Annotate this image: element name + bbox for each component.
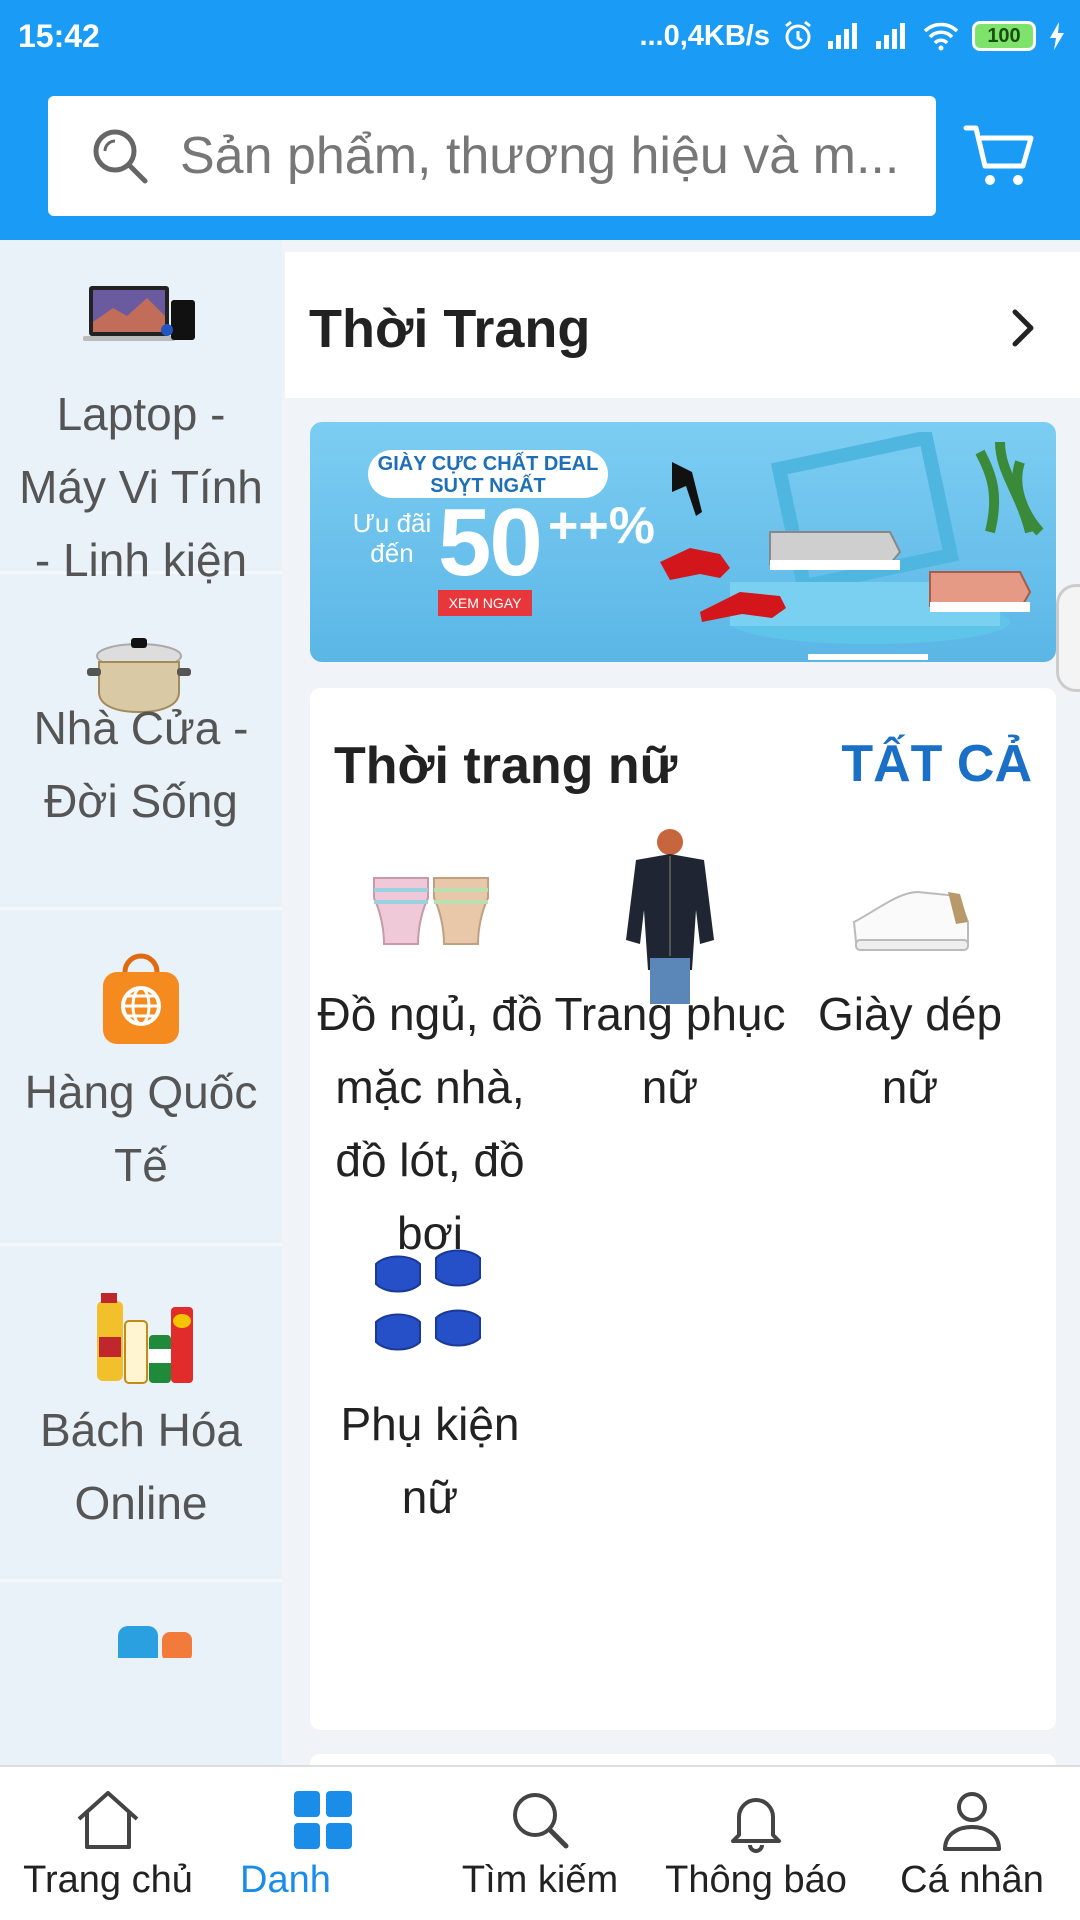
laptop-image	[83, 286, 195, 341]
wifi-icon	[923, 22, 959, 51]
subcategory-label: Phụ kiện nữ	[340, 1398, 520, 1523]
category-item-home[interactable]: Nhà Cửa - Đời Sống	[0, 574, 282, 910]
grocery-image	[97, 1293, 193, 1384]
search-placeholder: Sản phẩm, thương hiệu và m...	[180, 127, 900, 185]
banner-shoes-image	[660, 432, 1044, 644]
subcategory-item-women-clothing[interactable]: Trang phục nữ	[550, 828, 790, 1228]
section-title: Thời Trang	[309, 299, 591, 359]
charging-icon	[1050, 22, 1064, 50]
status-icons: ...0,4KB/s 100	[639, 16, 1066, 56]
subcategory-label: Đồ ngủ, đồ mặc nhà, đồ lót, đồ bơi	[317, 988, 543, 1259]
promo-banner[interactable]: GIÀY CỰC CHẤT DEAL SUỴT NGẤT Ưu đãi đến …	[310, 422, 1056, 662]
face-mask-image	[375, 1249, 481, 1351]
nav-item-home[interactable]: Trang chủ	[0, 1767, 216, 1920]
subcategory-card: Thời trang nữ TẤT CẢ Đồ ngủ, đồ mặc nhà,…	[310, 688, 1056, 1730]
status-time: 15:42	[18, 18, 100, 54]
nav-label: Tìm kiếm	[461, 1859, 619, 1901]
subcategory-item-sleepwear[interactable]: Đồ ngủ, đồ mặc nhà, đồ lót, đồ bơi	[310, 828, 550, 1259]
category-item-laptop[interactable]: Laptop - Máy Vi Tính - Linh kiện	[0, 240, 282, 586]
search-input[interactable]: Sản phẩm, thương hiệu và m...	[48, 96, 936, 216]
category-label: Nhà Cửa - Đời Sống	[33, 702, 249, 827]
subcategory-item-women-shoes[interactable]: Giày dép nữ	[790, 828, 1030, 1228]
subcategory-label: Giày dép nữ	[817, 988, 1003, 1113]
card-title: Thời trang nữ	[334, 737, 678, 795]
edge-scroll-handle[interactable]	[1056, 584, 1080, 692]
signal-icon	[828, 23, 857, 49]
banner-offer-value: 50	[438, 489, 543, 596]
category-sidebar: Laptop - Máy Vi Tính - Linh kiện Nhà Cửa…	[0, 240, 282, 1765]
nav-item-search[interactable]: Tìm kiếm	[440, 1767, 640, 1920]
network-speed: ...0,4KB/s	[639, 19, 770, 52]
bell-icon	[731, 1798, 781, 1853]
nav-label: Thông báo	[665, 1859, 847, 1901]
nav-item-profile[interactable]: Cá nhân	[880, 1767, 1064, 1920]
cart-icon[interactable]	[962, 118, 1038, 194]
category-item-partial[interactable]	[0, 1582, 282, 1765]
grid-icon	[294, 1791, 352, 1849]
subcategory-item-women-accessories[interactable]: Phụ kiện nữ	[310, 1248, 550, 1548]
nav-label: Danh	[240, 1859, 331, 1901]
nav-item-notifications[interactable]: Thông báo	[650, 1767, 862, 1920]
category-item-grocery[interactable]: Bách Hóa Online	[0, 1246, 282, 1582]
chevron-right-icon[interactable]	[1007, 308, 1041, 348]
nav-item-categories[interactable]: Danh	[216, 1767, 360, 1920]
global-shopping-bag-image	[103, 953, 179, 1044]
bottom-navigation: Trang chủ Danh Tìm kiếm Thông báo Cá nhâ…	[0, 1765, 1080, 1920]
see-all-link[interactable]: TẤT CẢ	[841, 734, 1032, 794]
category-label: Hàng Quốc Tế	[24, 1066, 258, 1191]
battery-indicator: 100	[972, 21, 1036, 51]
partial-category-image	[118, 1626, 192, 1658]
banner-cta-button[interactable]: XEM NGAY	[438, 590, 532, 616]
subcategory-label: Trang phục nữ	[554, 988, 786, 1113]
category-label: Bách Hóa Online	[39, 1404, 242, 1529]
nav-label: Cá nhân	[900, 1859, 1044, 1901]
section-header[interactable]: Thời Trang	[285, 252, 1080, 398]
search-icon	[513, 1793, 569, 1849]
home-icon	[77, 1791, 139, 1849]
banner-offer-suffix: ++%	[548, 497, 655, 555]
banner-page-indicator	[808, 654, 928, 660]
alarm-icon	[785, 20, 811, 50]
person-icon	[943, 1792, 1001, 1851]
category-item-international[interactable]: Hàng Quốc Tế	[0, 910, 282, 1246]
banner-offer-prefix: Ưu đãi đến	[352, 508, 432, 568]
search-icon	[93, 129, 148, 184]
nav-label: Trang chủ	[23, 1859, 193, 1901]
signal-icon-2	[876, 23, 905, 49]
category-label: Laptop - Máy Vi Tính - Linh kiện	[19, 388, 263, 586]
status-bar: 15:42 ...0,4KB/s 100	[0, 0, 1080, 74]
app-header: 15:42 ...0,4KB/s 100 Sản phẩm, thương hi…	[0, 0, 1080, 240]
